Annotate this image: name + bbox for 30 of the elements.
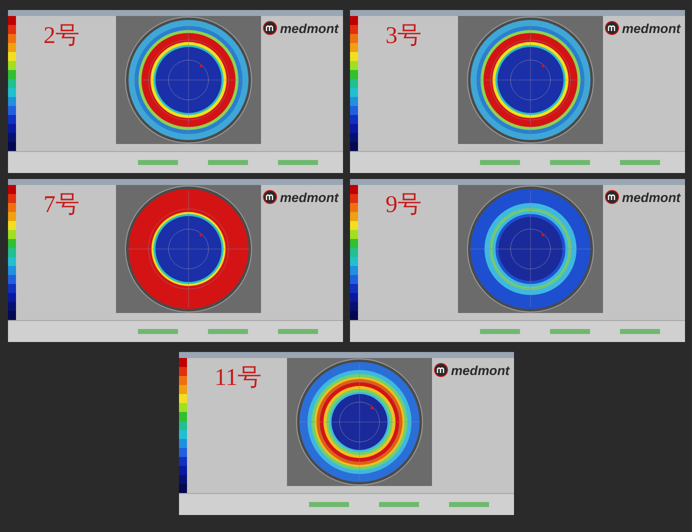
indicator-box: [278, 329, 318, 334]
indicator-box: [550, 329, 590, 334]
indicator-box: [448, 502, 488, 507]
logo-icon: [605, 21, 619, 35]
brand-name: medmont: [622, 190, 680, 204]
lens-number-label: 3号: [386, 23, 422, 49]
brand-name: medmont: [451, 364, 510, 376]
indicator-box: [308, 502, 348, 507]
indicator-box: [620, 329, 660, 334]
indicator-box: [138, 329, 178, 334]
indicator-box: [480, 160, 520, 165]
lens-number-label: 11号: [214, 365, 262, 391]
lens-number-label: 2号: [44, 23, 80, 49]
indicator-box: [278, 160, 318, 165]
indicator-box: [550, 160, 590, 165]
logo-icon: [605, 190, 619, 204]
indicator-box: [378, 502, 418, 507]
lens-number-label: 7号: [44, 192, 80, 218]
logo-icon: [263, 21, 277, 35]
logo-icon: [263, 190, 277, 204]
indicator-box: [480, 329, 520, 334]
indicator-box: [208, 160, 248, 165]
brand-name: medmont: [280, 22, 338, 34]
lens-number-label: 9号: [386, 192, 422, 218]
indicator-box: [208, 329, 248, 334]
logo-icon: [434, 363, 448, 377]
brand-name: medmont: [622, 22, 680, 34]
indicator-box: [620, 160, 660, 165]
brand-name: medmont: [280, 190, 338, 204]
indicator-box: [138, 160, 178, 165]
